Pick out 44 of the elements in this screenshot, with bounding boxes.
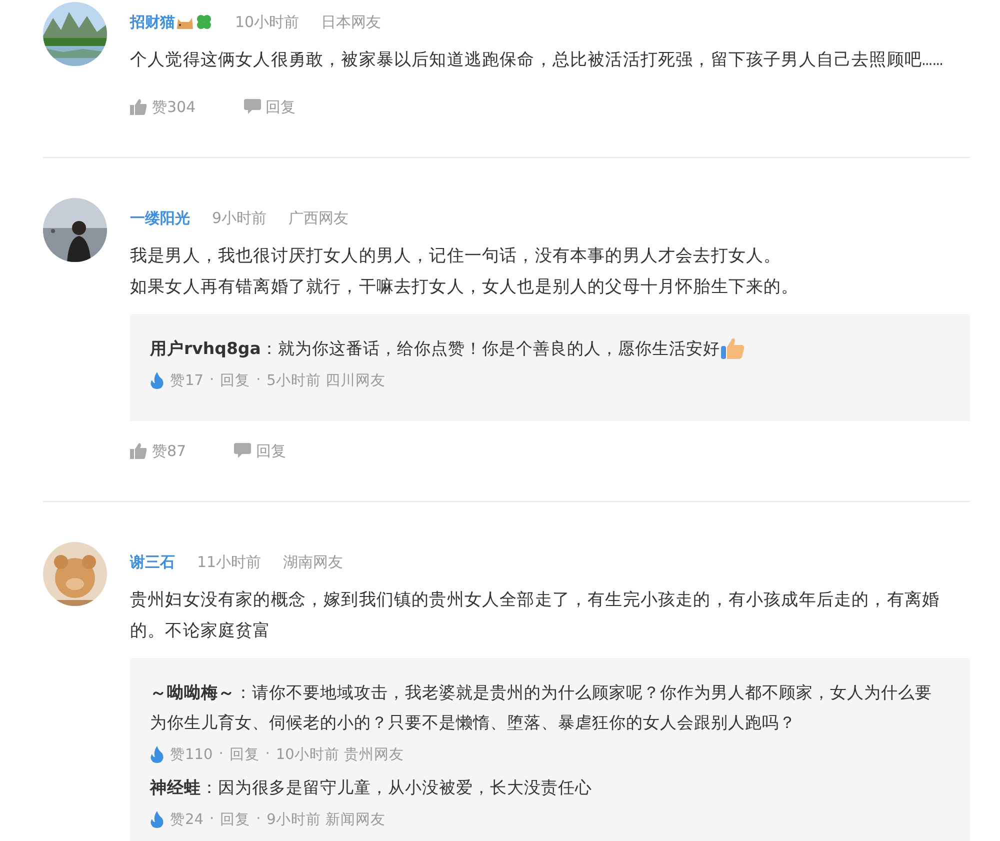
user-location: 湖南网友: [283, 552, 344, 572]
comment-time: 9小时前: [212, 208, 267, 228]
separator: ·: [209, 811, 214, 827]
like-count[interactable]: 赞110: [170, 744, 213, 764]
user-name[interactable]: 一缕阳光: [130, 208, 190, 228]
like-count[interactable]: 赞17: [170, 370, 204, 390]
clover-icon: [195, 13, 213, 31]
separator: ·: [256, 372, 261, 388]
comment-text: 我是男人，我也很讨厌打女人的男人，记住一句话，没有本事的男人才会去打女人。: [130, 246, 782, 269]
separator: ·: [256, 811, 261, 827]
comment-text: 如果女人再有错离婚了就行，干嘛去打女人，女人也是别人的父母十月怀胎生下来的。: [130, 276, 800, 300]
comment-icon: [244, 99, 261, 115]
thumbs-up-icon: [130, 443, 147, 459]
reply-link[interactable]: 回复: [229, 744, 260, 764]
like-button[interactable]: 赞304: [130, 98, 196, 116]
comment-text: 个人觉得这俩女人很勇敢，被家暴以后知道逃跑保命，总比被活活打死强，留下孩子男人自己去照顾吧……: [130, 50, 945, 73]
comment-text: 贵州妇女没有家的概念，嫁到我们镇的贵州女人全部走了，有生完小孩走的，有小孩成年后走的，有离婚的。不论家庭贫富: [130, 590, 941, 644]
user-name[interactable]: 招财猫: [130, 12, 175, 32]
flame-icon: [150, 372, 164, 388]
reply-info: 9小时前 新闻网友: [266, 810, 386, 828]
reply-link[interactable]: 回复: [220, 370, 250, 390]
reply-button[interactable]: 回复: [234, 442, 286, 460]
reply-button[interactable]: 回复: [244, 98, 296, 116]
like-button[interactable]: 赞87: [130, 442, 186, 460]
reply-info: 5小时前 四川网友: [266, 372, 386, 390]
separator: ·: [209, 372, 214, 388]
flame-icon: [150, 746, 164, 762]
flame-icon: [150, 810, 164, 828]
thumbs-up-icon: [130, 99, 147, 115]
comment-icon: [234, 443, 252, 459]
reply-info: 10小时前 贵州网友: [276, 746, 404, 764]
separator: ·: [218, 746, 224, 762]
thumbs-up-icon: [720, 336, 746, 360]
user-location: 日本网友: [321, 12, 382, 32]
comment-time: 11小时前: [197, 552, 262, 572]
reply-text: 神经蛙：因为很多是留守儿童，从小没被爱，长大没责任心: [150, 778, 592, 797]
user-location: 广西网友: [288, 208, 349, 228]
reply-link[interactable]: 回复: [220, 810, 250, 828]
comment-time: 10小时前: [235, 12, 300, 32]
user-name[interactable]: 谢三石: [130, 552, 175, 572]
reply-text: ～呦呦梅～：请你不要地域攻击，我老婆就是贵州的为什么顾家呢？你作为男人都不顾家，女人为什么要为你生儿育女、伺候老的小的？只要不是懒惰、堕落、暴虐狂你的女人会跟别人跑吗？: [150, 683, 932, 732]
like-count[interactable]: 赞24: [170, 810, 204, 828]
reply-text: 用户rvhq8ga：就为你这番话，给你点赞！你是个善良的人，愿你生活安好: [150, 339, 720, 358]
separator: ·: [265, 746, 270, 762]
